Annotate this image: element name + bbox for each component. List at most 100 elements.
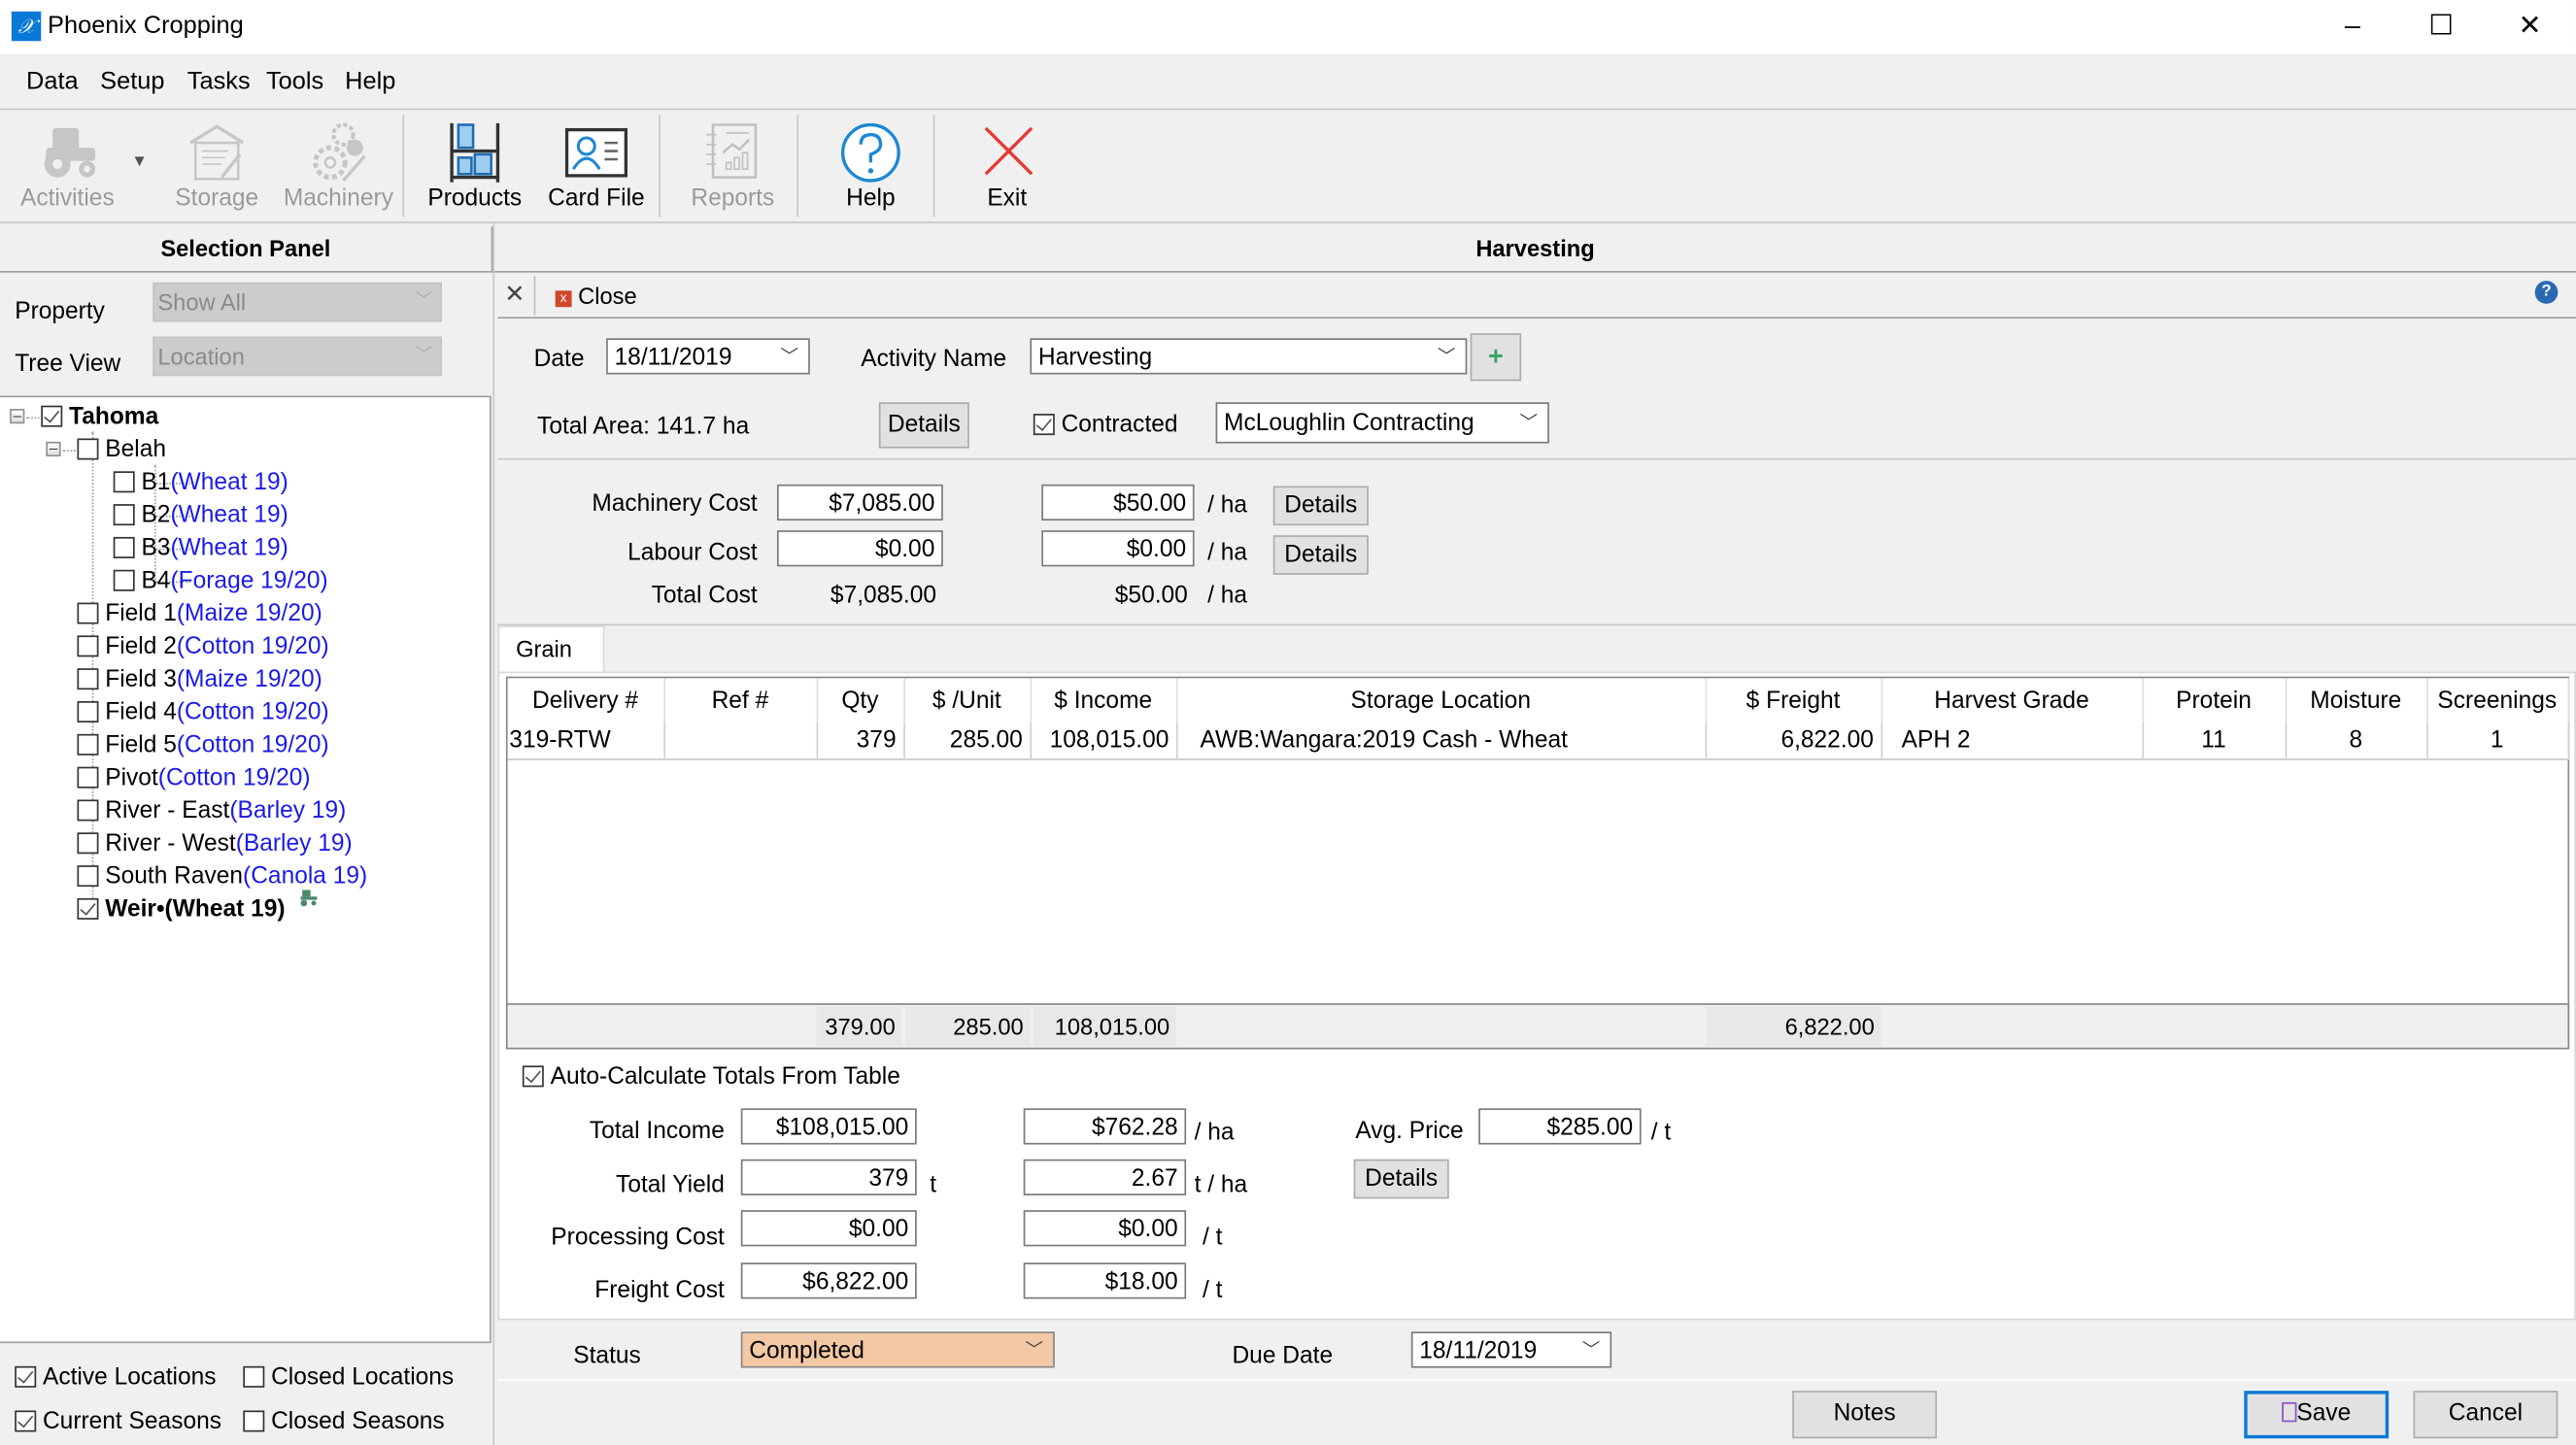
collapse-tahoma-icon[interactable]: – (10, 408, 25, 424)
exit-button[interactable]: Exit (953, 115, 1062, 217)
processing-cost-per-t-input[interactable]: $0.00 (1023, 1210, 1187, 1247)
tree-checkbox[interactable] (77, 602, 99, 624)
tree-checkbox[interactable] (77, 799, 99, 822)
machinery-cost-per-ha-input[interactable]: $50.00 (1041, 484, 1195, 521)
column-header-qty[interactable]: Qty (816, 678, 905, 722)
labour-cost-input[interactable]: $0.00 (776, 530, 943, 567)
menu-setup[interactable]: Setup (100, 67, 164, 95)
column-header-harvest-grade[interactable]: Harvest Grade (1881, 678, 2144, 722)
checkbox[interactable] (15, 1410, 37, 1432)
tree-node-weir[interactable]: Weir•(Wheat 19) (77, 890, 318, 926)
checkbox[interactable] (15, 1365, 37, 1388)
cell-harvest-grade[interactable]: APH 2 (1881, 722, 2144, 760)
auto-calculate-checkbox[interactable]: Auto-Calculate Totals From Table (522, 1064, 900, 1091)
products-button[interactable]: Products (419, 115, 530, 217)
checkbox[interactable] (243, 1410, 265, 1432)
notes-button[interactable]: Notes (1792, 1391, 1938, 1439)
deliveries-grid[interactable]: Delivery # Ref # Qty $ /Unit $ Income St… (505, 676, 2570, 1050)
column-header-moisture[interactable]: Moisture (2285, 678, 2427, 722)
tree-node-field-3[interactable]: Field 3(Maize 19/20) (77, 663, 322, 696)
processing-cost-input[interactable]: $0.00 (740, 1210, 917, 1247)
tree-checkbox[interactable] (77, 733, 99, 756)
help-icon[interactable]: ? (2534, 281, 2559, 304)
save-button[interactable]: Save (2244, 1391, 2390, 1439)
contractor-dropdown[interactable]: McLoughlin Contracting ﹀ (1215, 402, 1549, 444)
column-header-storage-location[interactable]: Storage Location (1175, 678, 1707, 722)
tree-view-dropdown[interactable]: Location ﹀ (153, 336, 442, 377)
tree-node-south-raven[interactable]: South Raven(Canola 19) (77, 860, 367, 893)
tree-node-pivot[interactable]: Pivot(Cotton 19/20) (77, 762, 311, 795)
belah-checkbox[interactable] (77, 438, 99, 460)
property-dropdown[interactable]: Show All ﹀ (153, 282, 442, 322)
active-locations-checkbox[interactable]: Active Locations (15, 1364, 217, 1391)
machinery-details-button[interactable]: Details (1272, 486, 1369, 526)
cell-moisture[interactable]: 8 (2285, 722, 2427, 760)
tree-node-tahoma[interactable]: Tahoma (41, 401, 158, 434)
storage-button[interactable]: Storage (164, 115, 269, 217)
avg-price-details-button[interactable]: Details (1353, 1159, 1449, 1199)
location-tree[interactable]: – Tahoma – Belah B1(Wheat 19) B2(Wheat 1… (0, 395, 491, 1344)
current-seasons-checkbox[interactable]: Current Seasons (15, 1409, 221, 1435)
minimize-button[interactable]: – (2308, 0, 2396, 54)
machinery-button[interactable]: Machinery (280, 115, 398, 217)
tree-checkbox[interactable] (113, 504, 135, 526)
tab-grain[interactable]: Grain (497, 625, 605, 674)
add-activity-button[interactable]: + (1470, 333, 1522, 382)
avg-price-input[interactable]: $285.00 (1478, 1108, 1642, 1145)
tree-node-b1[interactable]: B1(Wheat 19) (113, 466, 288, 499)
tree-node-b4[interactable]: B4(Forage 19/20) (113, 565, 328, 598)
cell-protein[interactable]: 11 (2142, 722, 2287, 760)
tree-checkbox[interactable] (77, 766, 99, 789)
close-window-button[interactable]: ✕ (2486, 0, 2574, 54)
tree-node-river-west[interactable]: River - West(Barley 19) (77, 827, 353, 860)
tree-node-field-1[interactable]: Field 1(Maize 19/20) (77, 597, 322, 630)
weir-checkbox[interactable] (77, 897, 99, 920)
area-details-button[interactable]: Details (878, 402, 969, 449)
checkbox[interactable] (522, 1065, 544, 1088)
menu-tasks[interactable]: Tasks (187, 67, 251, 95)
menu-tools[interactable]: Tools (266, 67, 323, 95)
closed-locations-checkbox[interactable]: Closed Locations (243, 1364, 454, 1391)
closed-seasons-checkbox[interactable]: Closed Seasons (243, 1409, 445, 1435)
column-header-income[interactable]: $ Income (1030, 678, 1177, 722)
tree-node-field-2[interactable]: Field 2(Cotton 19/20) (77, 630, 329, 663)
tree-checkbox[interactable] (77, 832, 99, 855)
column-header-ref[interactable]: Ref # (663, 678, 818, 722)
column-header-delivery[interactable]: Delivery # (507, 678, 665, 722)
tree-checkbox[interactable] (113, 569, 135, 591)
tree-checkbox[interactable] (113, 471, 135, 493)
tree-node-b3[interactable]: B3(Wheat 19) (113, 532, 288, 565)
table-row[interactable]: 319-RTW 379 285.00 108,015.00 AWB:Wangar… (507, 722, 2569, 760)
cell-screenings[interactable]: 1 (2426, 722, 2569, 760)
tree-node-field-4[interactable]: Field 4(Cotton 19/20) (77, 696, 329, 729)
total-yield-input[interactable]: 379 (740, 1159, 917, 1195)
due-date-picker[interactable]: 18/11/2019 ﹀ (1410, 1331, 1612, 1368)
card-file-button[interactable]: Card File (542, 115, 651, 217)
freight-cost-input[interactable]: $6,822.00 (740, 1262, 917, 1299)
cell-ref[interactable] (663, 722, 818, 760)
cell-qty[interactable]: 379 (816, 722, 905, 760)
close-x-button[interactable]: ✕ (504, 279, 525, 309)
panel-splitter[interactable] (492, 221, 495, 1445)
date-picker[interactable]: 18/11/2019 ﹀ (606, 338, 810, 375)
tree-node-field-5[interactable]: Field 5(Cotton 19/20) (77, 729, 329, 762)
cell-freight[interactable]: 6,822.00 (1705, 722, 1882, 760)
freight-cost-per-t-input[interactable]: $18.00 (1023, 1262, 1187, 1299)
menu-data[interactable]: Data (26, 67, 79, 95)
menu-help[interactable]: Help (345, 67, 395, 95)
tree-checkbox[interactable] (77, 865, 99, 888)
maximize-button[interactable]: ☐ (2397, 0, 2486, 54)
status-dropdown[interactable]: Completed ﹀ (740, 1331, 1055, 1368)
cancel-button[interactable]: Cancel (2413, 1391, 2559, 1439)
collapse-belah-icon[interactable]: – (46, 441, 61, 457)
activities-button[interactable]: Activities (10, 115, 124, 217)
help-button[interactable]: Help (817, 115, 926, 217)
checkbox[interactable] (243, 1365, 265, 1388)
labour-cost-per-ha-input[interactable]: $0.00 (1041, 530, 1195, 567)
column-header-screenings[interactable]: Screenings (2426, 678, 2569, 722)
cell-storage-location[interactable]: AWB:Wangara:2019 Cash - Wheat (1175, 722, 1707, 760)
checkbox[interactable] (1033, 414, 1055, 436)
cell-unit-price[interactable]: 285.00 (903, 722, 1032, 760)
labour-details-button[interactable]: Details (1272, 535, 1369, 575)
tree-node-belah[interactable]: Belah (77, 433, 166, 466)
